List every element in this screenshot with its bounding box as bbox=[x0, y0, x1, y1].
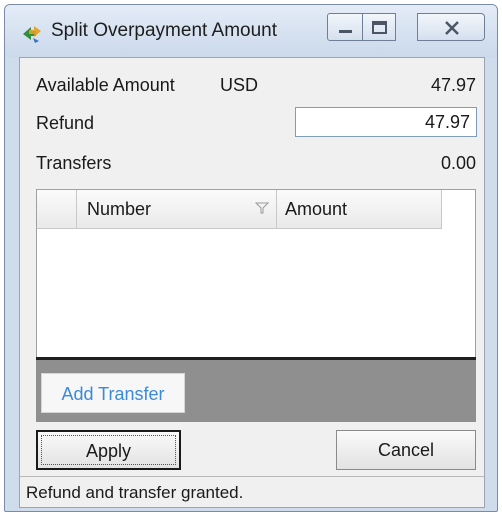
title-bar[interactable]: Split Overpayment Amount bbox=[5, 5, 497, 57]
column-header-number[interactable]: Number bbox=[77, 190, 277, 228]
transfers-value: 0.00 bbox=[440, 153, 476, 173]
column-header-label: Number bbox=[87, 199, 152, 219]
row-indicator-header bbox=[37, 190, 77, 228]
dialog-window: Split Overpayment Amount Available Amoun… bbox=[4, 4, 498, 512]
apply-button[interactable]: Apply bbox=[36, 430, 181, 470]
minimize-button[interactable] bbox=[327, 13, 363, 41]
maximize-button[interactable] bbox=[362, 13, 396, 41]
status-message: Refund and transfer granted. bbox=[26, 483, 244, 502]
refund-label: Refund bbox=[36, 113, 95, 133]
window-title: Split Overpayment Amount bbox=[51, 20, 277, 41]
close-icon bbox=[445, 21, 459, 35]
grid-header: Number Amount bbox=[37, 190, 442, 229]
close-button[interactable] bbox=[417, 13, 485, 41]
filter-icon[interactable] bbox=[255, 202, 269, 214]
currency-code: USD bbox=[220, 75, 259, 95]
add-transfer-button[interactable]: Add Transfer bbox=[41, 373, 185, 413]
column-header-label: Amount bbox=[285, 199, 348, 219]
transfers-grid[interactable]: Number Amount bbox=[36, 189, 476, 359]
dialog-body: Available Amount USD 47.97 Refund Transf… bbox=[19, 57, 485, 477]
maximize-icon bbox=[372, 21, 387, 34]
split-payment-arrows-icon bbox=[23, 26, 41, 43]
status-bar: Refund and transfer granted. bbox=[19, 476, 485, 508]
cancel-button[interactable]: Cancel bbox=[336, 430, 476, 470]
grid-footer: Add Transfer bbox=[36, 357, 476, 422]
column-header-amount[interactable]: Amount bbox=[277, 190, 442, 228]
available-amount-label: Available Amount bbox=[36, 75, 175, 95]
transfers-label: Transfers bbox=[36, 153, 112, 173]
refund-input[interactable] bbox=[295, 107, 477, 137]
available-amount-value: 47.97 bbox=[430, 75, 476, 95]
minimize-icon bbox=[339, 30, 352, 33]
